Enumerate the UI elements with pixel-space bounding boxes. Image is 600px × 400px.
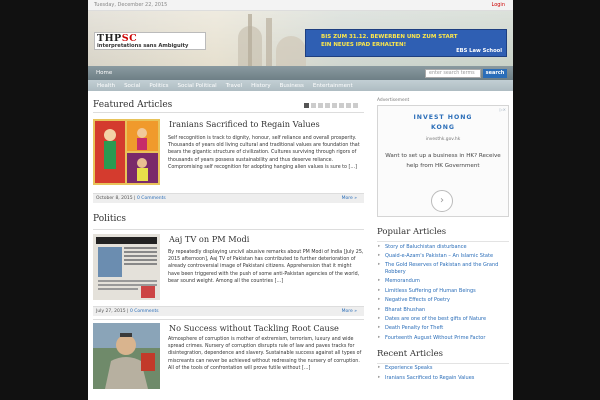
post-meta: July 27, 2015 | 0 Comments bbox=[96, 309, 159, 314]
featured-header: Featured Articles bbox=[93, 98, 364, 112]
politics-article: No Success without Tackling Root Cause A… bbox=[93, 319, 364, 400]
login-link[interactable]: Login bbox=[492, 2, 506, 8]
dome-silhouette bbox=[276, 36, 306, 66]
ad-headline-1: INVEST HONG bbox=[413, 114, 473, 121]
popular-link[interactable]: Memorandum bbox=[377, 277, 509, 286]
popular-title: Popular Articles bbox=[377, 227, 447, 237]
banner-brand: EBS Law School bbox=[456, 48, 502, 54]
portrait-thumbnail[interactable] bbox=[93, 323, 160, 389]
popular-link[interactable]: Dates are one of the best gifts of Natur… bbox=[377, 314, 509, 323]
popular-link[interactable]: Bharat Bhushan bbox=[377, 305, 509, 314]
post-meta: October 8, 2015 | 0 Comments bbox=[96, 196, 166, 201]
slider-dot[interactable] bbox=[332, 102, 337, 108]
category-nav: Health Social Politics Social Political … bbox=[88, 80, 513, 91]
current-date: Tuesday, December 22, 2015 bbox=[94, 2, 168, 8]
top-bar: Tuesday, December 22, 2015 Login bbox=[88, 0, 513, 11]
banner-line-1: BIS ZUM 31.12. BEWERBEN UND ZUM START bbox=[321, 34, 458, 40]
popular-link[interactable]: Death Penalty for Theft bbox=[377, 324, 509, 333]
recent-title: Recent Articles bbox=[377, 348, 444, 359]
recent-link[interactable]: Iranians Sacrificed to Regain Values bbox=[377, 373, 509, 382]
ad-choices-icon[interactable]: ▷× bbox=[500, 107, 506, 112]
featured-thumbnail[interactable] bbox=[93, 119, 160, 185]
primary-nav: Home enter search terms search bbox=[88, 66, 513, 80]
recent-link[interactable]: Experience Speaks bbox=[377, 364, 509, 373]
popular-link[interactable]: Quaid-e-Azam's Pakistan – An Islamic Sta… bbox=[377, 251, 509, 260]
minaret-silhouette bbox=[248, 14, 252, 66]
politics-article-excerpt: By repeatedly displaying uncivil abusive… bbox=[168, 250, 364, 284]
header-ad-banner[interactable]: BIS ZUM 31.12. BEWERBEN UND ZUM START EI… bbox=[305, 29, 507, 57]
comments-link[interactable]: 0 Comments bbox=[130, 309, 159, 314]
politics-article-excerpt: Atmosphere of corruption is mother of ex… bbox=[168, 337, 362, 371]
popular-link[interactable]: The Gold Reserves of Pakistan and the Gr… bbox=[377, 261, 509, 277]
politics-meta: July 27, 2015 | 0 Comments More » bbox=[93, 306, 364, 316]
nav-item-travel[interactable]: Travel bbox=[226, 83, 242, 89]
nav-item-history[interactable]: History bbox=[251, 83, 271, 89]
nav-item-entertainment[interactable]: Entertainment bbox=[313, 83, 353, 89]
featured-article-title[interactable]: Iranians Sacrificed to Regain Values bbox=[169, 119, 320, 129]
search-button[interactable]: search bbox=[483, 69, 507, 78]
popular-link[interactable]: Limitless Suffering of Human Beings bbox=[377, 286, 509, 295]
popular-link[interactable]: Fourteenth August Without Prime Factor bbox=[377, 333, 509, 342]
nav-item-health[interactable]: Health bbox=[97, 83, 115, 89]
nav-item-social[interactable]: Social bbox=[124, 83, 140, 89]
slider-dot[interactable] bbox=[325, 102, 330, 108]
slider-dot[interactable] bbox=[346, 102, 351, 108]
nav-item-social-political[interactable]: Social Political bbox=[178, 83, 217, 89]
main-content: Featured Articles Iranians Sacrificed to… bbox=[93, 98, 364, 389]
more-link[interactable]: More » bbox=[342, 196, 357, 201]
page: Tuesday, December 22, 2015 Login THPSC i… bbox=[88, 0, 513, 400]
logo-tagline: interpretations sans Ambiguity bbox=[97, 43, 189, 49]
popular-link[interactable]: Story of Baluchistan disturbance bbox=[377, 242, 509, 251]
advertisement-label: Advertisement bbox=[377, 98, 410, 103]
recent-list: Experience Speaks Iranians Sacrificed to… bbox=[377, 362, 509, 383]
featured-meta: October 8, 2015 | 0 Comments More » bbox=[93, 193, 364, 203]
slider-dot[interactable] bbox=[304, 102, 309, 108]
slider-dot[interactable] bbox=[353, 102, 358, 108]
politics-article-title[interactable]: Aaj TV on PM Modi bbox=[169, 234, 249, 244]
slider-dot[interactable] bbox=[311, 102, 316, 108]
popular-link[interactable]: Negative Effects of Poetry bbox=[377, 296, 509, 305]
politics-article: Aaj TV on PM Modi By repeatedly displayi… bbox=[93, 229, 364, 304]
slider-dots bbox=[304, 102, 358, 108]
sidebar-ad[interactable]: ▷× INVEST HONG KONG investhk.gov.hk Want… bbox=[377, 105, 509, 217]
newspaper-thumbnail[interactable] bbox=[93, 234, 160, 300]
post-date: October 8, 2015 bbox=[96, 196, 133, 201]
chevron-right-icon[interactable]: › bbox=[431, 190, 453, 212]
politics-title: Politics bbox=[93, 214, 126, 224]
search-input[interactable]: enter search terms bbox=[425, 69, 481, 78]
banner-line-2: EIN NEUES IPAD ERHALTEN! bbox=[321, 42, 407, 48]
popular-list: Story of Baluchistan disturbance Quaid-e… bbox=[377, 241, 509, 343]
ad-headline-2: KONG bbox=[430, 124, 456, 131]
section-title: Politics bbox=[93, 214, 127, 224]
nav-home[interactable]: Home bbox=[96, 70, 112, 76]
sidebar: Advertisement ▷× INVEST HONG KONG invest… bbox=[377, 98, 509, 382]
ad-body: Want to set up a business in HK? Receive… bbox=[385, 153, 501, 169]
comments-link[interactable]: 0 Comments bbox=[137, 196, 166, 201]
featured-title: Featured Articles bbox=[93, 100, 173, 110]
ad-domain: investhk.gov.hk bbox=[425, 137, 461, 142]
post-date: July 27, 2015 bbox=[96, 309, 126, 314]
more-link[interactable]: More » bbox=[342, 309, 357, 314]
slider-dot[interactable] bbox=[318, 102, 323, 108]
nav-item-business[interactable]: Business bbox=[280, 83, 304, 89]
politics-article-title[interactable]: No Success without Tackling Root Cause bbox=[169, 323, 339, 333]
nav-item-politics[interactable]: Politics bbox=[149, 83, 168, 89]
featured-article-excerpt: Self recognition is track to dignity, ho… bbox=[168, 136, 360, 170]
slider-dot[interactable] bbox=[339, 102, 344, 108]
site-logo[interactable]: THPSC interpretations sans Ambiguity bbox=[94, 32, 206, 50]
site-header: THPSC interpretations sans Ambiguity BIS… bbox=[88, 11, 513, 66]
minaret-silhouette bbox=[266, 18, 272, 66]
